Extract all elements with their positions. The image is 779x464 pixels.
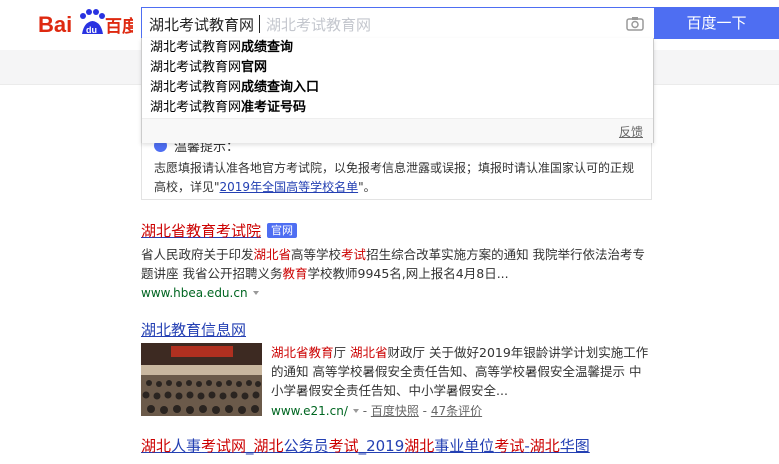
chevron-down-icon[interactable] xyxy=(252,291,259,295)
suggestion-item[interactable]: 湖北考试教育网成绩查询入口 xyxy=(142,78,653,98)
official-badge[interactable]: 官网 xyxy=(267,223,298,238)
result-url: www.e21.cn/ - 百度快照 - 47条评价 xyxy=(271,404,483,418)
snapshot-link[interactable]: 百度快照 xyxy=(371,404,419,418)
svg-text:du: du xyxy=(86,25,97,35)
result-title-link[interactable]: 湖北教育信息网 xyxy=(141,321,246,339)
svg-text:Bai: Bai xyxy=(38,12,72,37)
suggestion-item[interactable]: 湖北考试教育网官网 xyxy=(142,58,653,78)
search-result: 湖北人事考试网_湖北公务员考试_2019湖北事业单位考试-湖北华图 xyxy=(141,435,741,456)
search-result: 湖北省教育考试院 官网 省人民政府关于印发湖北省高等学校考试招生综合改革实施方案的… xyxy=(141,220,653,300)
suggestion-dropdown: 湖北考试教育网成绩查询 湖北考试教育网官网 湖北考试教育网成绩查询入口 湖北考试… xyxy=(141,38,654,143)
camera-icon[interactable] xyxy=(626,16,644,31)
suggestion-item[interactable]: 湖北考试教育网成绩查询 xyxy=(142,38,653,58)
text-caret xyxy=(259,15,260,33)
suggestion-item[interactable]: 湖北考试教育网准考证号码 xyxy=(142,98,653,118)
result-thumbnail[interactable] xyxy=(141,343,262,416)
reviews-link[interactable]: 47条评价 xyxy=(431,404,482,418)
result-url-text[interactable]: www.e21.cn/ xyxy=(271,404,348,418)
search-ghost-text: 湖北考试教育网 xyxy=(266,16,372,34)
college-list-link[interactable]: 2019年全国高等学校名单 xyxy=(220,180,359,194)
svg-text:百度: 百度 xyxy=(105,16,133,37)
result-abstract: 省人民政府关于印发湖北省高等学校考试招生综合改革实施方案的通知 我院举行依法治考… xyxy=(141,247,646,281)
search-box[interactable]: 湖北考试教育网 湖北考试教育网 xyxy=(141,7,654,39)
result-abstract: 湖北省教育厅 湖北省财政厅 关于做好2019年银龄讲学计划实施工作的通知 高等学… xyxy=(271,345,649,398)
baidu-logo[interactable]: Bai du 百度 xyxy=(38,6,133,40)
search-button[interactable]: 百度一下 xyxy=(654,7,779,39)
search-result: 湖北教育信息网 湖北省教育厅 湖北省财政厅 关于做好2019年银龄讲学计划实施工… xyxy=(141,319,653,424)
feedback-link[interactable]: 反馈 xyxy=(619,123,643,140)
result-url[interactable]: www.hbea.edu.cn xyxy=(141,286,653,300)
result-title-link[interactable]: 湖北人事考试网_湖北公务员考试_2019湖北事业单位考试-湖北华图 xyxy=(141,437,590,455)
search-input[interactable]: 湖北考试教育网 xyxy=(149,14,254,35)
result-title-link[interactable]: 湖北省教育考试院 xyxy=(141,222,261,240)
suggestion-footer: 反馈 xyxy=(142,118,653,143)
notice-text: 志愿填报请认准各地官方考试院，以免报考信息泄露或误报；填报时请认准国家认可的正规… xyxy=(154,161,635,194)
